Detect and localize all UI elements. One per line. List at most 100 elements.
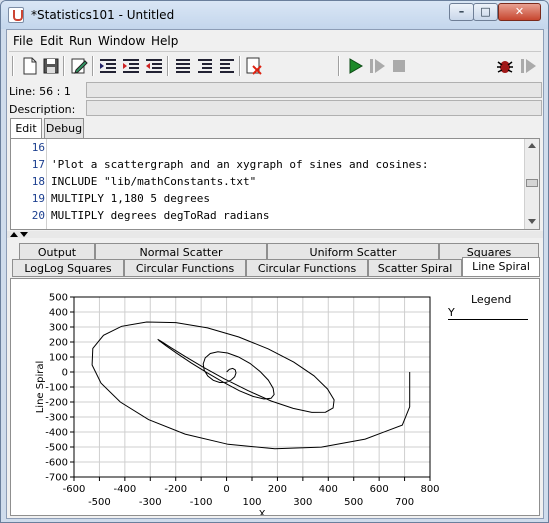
x-tick-label: -500: [88, 497, 111, 508]
indent-selected-icon[interactable]: [121, 56, 141, 76]
line-position-field: [86, 82, 542, 98]
menu-file[interactable]: File: [13, 34, 33, 48]
legend-line-sample: [448, 319, 528, 320]
toolbar-separator: [167, 56, 169, 76]
scroll-down-icon[interactable]: [528, 219, 536, 224]
split-up-icon[interactable]: [10, 232, 18, 237]
menu-bar: File Edit Run Window Help: [7, 32, 543, 50]
x-tick-label: 400: [319, 484, 338, 495]
step-icon[interactable]: [367, 56, 387, 76]
x-tick-label: -200: [164, 484, 187, 495]
main-panel: File Edit Run Window Help Line: 56: 1 D…: [6, 29, 544, 519]
list-icon[interactable]: [173, 56, 193, 76]
line-number: 16: [31, 141, 45, 154]
edit-icon[interactable]: [69, 56, 89, 76]
toolbar-separator: [63, 56, 65, 76]
scrollbar-thumb[interactable]: [526, 179, 538, 187]
menu-help[interactable]: Help: [151, 34, 178, 48]
minimize-icon: –: [458, 5, 465, 18]
y-tick-label: -600: [45, 458, 68, 469]
y-tick-label: -100: [45, 383, 68, 394]
y-tick-label: 300: [49, 323, 68, 334]
x-tick-label: 800: [420, 484, 439, 495]
menu-run[interactable]: Run: [69, 34, 92, 48]
legend-title: Legend: [471, 293, 512, 306]
title-bar[interactable]: *Statistics101 - Untitled – □ ✕: [1, 1, 548, 29]
y-tick-label: 100: [49, 353, 68, 364]
y-tick-label: -400: [45, 428, 68, 439]
code-line[interactable]: 'Plot a scattergraph and an xygraph of s…: [51, 158, 429, 171]
split-down-icon[interactable]: [20, 232, 28, 237]
toolbar-separator: [338, 56, 340, 76]
maximize-icon: □: [480, 5, 491, 18]
y-tick-label: -700: [45, 473, 68, 484]
y-tick-label: 0: [62, 368, 68, 379]
description-label: Description:: [9, 103, 76, 116]
x-tick-label: 200: [268, 484, 287, 495]
x-tick-label: -300: [139, 497, 162, 508]
line-number: 18: [31, 175, 45, 188]
editor-scrollbar[interactable]: [524, 139, 539, 229]
line-position-label: Line: 56 : 1: [9, 85, 71, 98]
y-tick-label: -500: [45, 443, 68, 454]
save-icon[interactable]: [41, 56, 61, 76]
toolbar-grip: [12, 56, 14, 76]
split-pane-divider[interactable]: [7, 231, 543, 238]
description-field[interactable]: [86, 100, 542, 116]
menu-window[interactable]: Window: [98, 34, 145, 48]
x-tick-label: 500: [344, 497, 363, 508]
x-tick-label: 300: [293, 497, 312, 508]
x-tick-label: -100: [190, 497, 213, 508]
list-outdent-icon[interactable]: [217, 56, 237, 76]
y-tick-label: 400: [49, 308, 68, 319]
y-tick-label: -300: [45, 413, 68, 424]
line-number: 17: [31, 158, 45, 171]
toolbar: [9, 51, 541, 79]
scroll-up-icon[interactable]: [528, 143, 536, 148]
x-tick-label: -600: [63, 484, 86, 495]
x-tick-label: -400: [114, 484, 137, 495]
legend-entry-y: Y: [448, 306, 455, 319]
list-indent-icon[interactable]: [195, 56, 215, 76]
stop-icon[interactable]: [389, 56, 409, 76]
new-file-icon[interactable]: [20, 56, 40, 76]
close-button[interactable]: ✕: [498, 3, 541, 21]
debug-step-icon[interactable]: [518, 56, 538, 76]
toolbar-separator: [239, 56, 241, 76]
y-axis-label: Line Spiral: [35, 361, 46, 414]
y-tick-label: 500: [49, 293, 68, 304]
tab-circular-functions-1[interactable]: Circular Functions: [124, 259, 246, 277]
line-number: 20: [31, 209, 45, 222]
x-tick-label: 700: [395, 497, 414, 508]
tab-scatter-spiral[interactable]: Scatter Spiral: [368, 259, 462, 277]
tab-debug[interactable]: Debug: [44, 118, 84, 138]
line-number-gutter: 16 17 18 19 20: [11, 139, 47, 229]
toolbar-separator: [92, 56, 94, 76]
minimize-button[interactable]: –: [449, 3, 474, 21]
x-axis-label: X: [259, 509, 266, 515]
tab-line-spiral[interactable]: Line Spiral: [462, 257, 540, 277]
code-line[interactable]: MULTIPLY 1,180 5 degrees: [51, 192, 210, 205]
tab-loglog-squares[interactable]: LogLog Squares: [12, 259, 124, 277]
outdent-icon[interactable]: [144, 56, 164, 76]
x-tick-label: 0: [223, 484, 229, 495]
menu-edit[interactable]: Edit: [40, 34, 63, 48]
code-editor[interactable]: 16 17 18 19 20 'Plot a scattergraph and …: [10, 138, 540, 230]
indent-icon[interactable]: [98, 56, 118, 76]
tab-edit[interactable]: Edit: [10, 118, 42, 139]
run-icon[interactable]: [345, 56, 365, 76]
y-tick-label: -200: [45, 398, 68, 409]
x-tick-label: 600: [370, 484, 389, 495]
window-title: *Statistics101 - Untitled: [31, 8, 175, 22]
code-line[interactable]: INCLUDE "lib/mathConstants.txt": [51, 175, 256, 188]
x-tick-label: 100: [242, 497, 261, 508]
maximize-button[interactable]: □: [473, 3, 498, 21]
app-window: *Statistics101 - Untitled – □ ✕ File Edi…: [0, 0, 549, 523]
debug-bug-icon[interactable]: [495, 56, 515, 76]
close-icon: ✕: [514, 5, 525, 18]
tab-circular-functions-2[interactable]: Circular Functions: [246, 259, 368, 277]
y-tick-label: 200: [49, 338, 68, 349]
java-app-icon: [8, 7, 24, 23]
clear-output-icon[interactable]: [244, 56, 264, 76]
code-line[interactable]: MULTIPLY degrees degToRad radians: [51, 209, 270, 222]
